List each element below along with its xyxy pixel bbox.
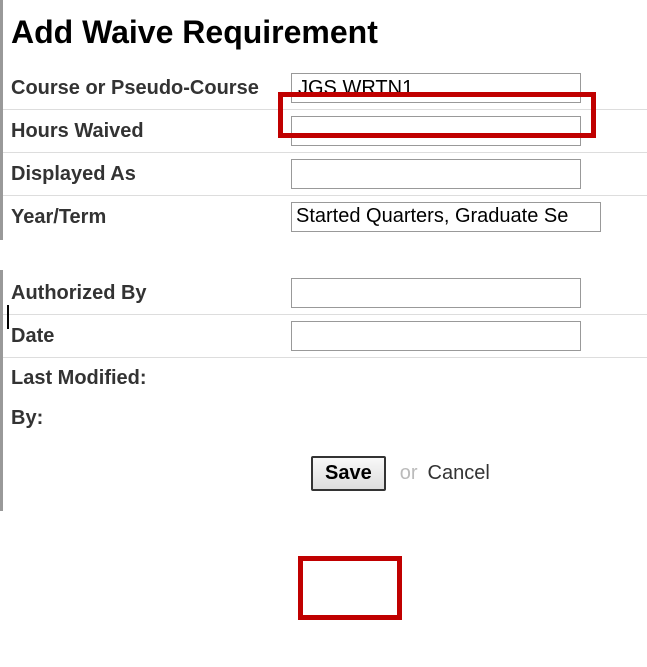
input-course[interactable] <box>291 73 581 103</box>
row-by: By: <box>3 398 647 438</box>
input-authorized[interactable] <box>291 278 581 308</box>
label-course: Course or Pseudo-Course <box>11 77 291 100</box>
save-button[interactable]: Save <box>311 456 386 491</box>
row-yearterm: Year/Term Started Quarters, Graduate Se <box>3 196 647 238</box>
label-lastmod: Last Modified: <box>11 367 291 390</box>
row-course: Course or Pseudo-Course <box>3 67 647 110</box>
top-section: Add Waive Requirement Course or Pseudo-C… <box>0 0 647 240</box>
page-title: Add Waive Requirement <box>3 2 647 67</box>
label-yearterm: Year/Term <box>11 206 291 229</box>
or-text: or <box>400 462 418 485</box>
input-displayed[interactable] <box>291 159 581 189</box>
select-yearterm[interactable]: Started Quarters, Graduate Se <box>291 202 601 232</box>
label-displayed: Displayed As <box>11 163 291 186</box>
row-displayed: Displayed As <box>3 153 647 196</box>
row-date: Date <box>3 315 647 358</box>
bottom-section: Authorized By Date Last Modified: By: Sa… <box>0 270 647 511</box>
row-hours: Hours Waived <box>3 110 647 153</box>
cancel-link[interactable]: Cancel <box>428 462 490 485</box>
text-cursor <box>7 305 9 329</box>
row-authorized: Authorized By <box>3 272 647 315</box>
highlight-save-button <box>298 556 402 620</box>
label-by: By: <box>11 407 291 430</box>
input-date[interactable] <box>291 321 581 351</box>
label-date: Date <box>11 325 291 348</box>
section-gap <box>0 240 647 270</box>
button-row: Save or Cancel <box>3 438 647 509</box>
label-authorized: Authorized By <box>11 282 291 305</box>
label-hours: Hours Waived <box>11 120 291 143</box>
input-hours[interactable] <box>291 116 581 146</box>
row-lastmod: Last Modified: <box>3 358 647 398</box>
